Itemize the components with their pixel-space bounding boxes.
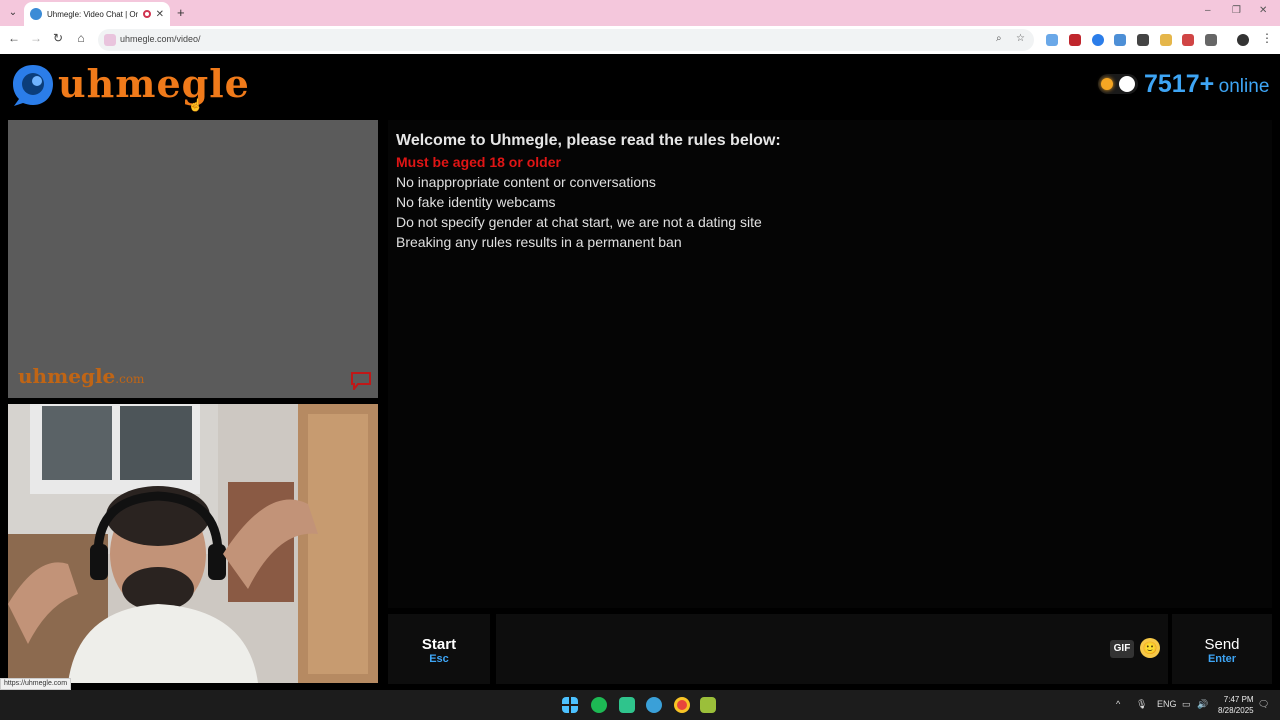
maximize-button[interactable]: ❐: [1232, 5, 1241, 16]
extension-icon[interactable]: [1114, 34, 1126, 46]
rules-heading: Welcome to Uhmegle, please read the rule…: [396, 132, 781, 149]
start-shortcut: Esc: [429, 653, 449, 665]
gif-button[interactable]: GIF: [1110, 640, 1134, 658]
browser-tab-bar: ⌄ Uhmegle: Video Chat | Om ✕ + – ❐ ✕: [0, 0, 1280, 26]
logo-text: uhmegle: [58, 60, 250, 106]
chat-controls: Start Esc GIF 🙂 Send Enter: [388, 614, 1272, 684]
back-icon[interactable]: ←: [6, 31, 22, 45]
toggle-knob: [1119, 76, 1135, 92]
tab-close-icon[interactable]: ✕: [156, 9, 164, 20]
minimize-button[interactable]: –: [1205, 5, 1211, 16]
chat-bubble-logo-icon: [13, 65, 53, 106]
browser-toolbar: ← → ↻ ⌂ uhmegle.com/video/ ⌕ ☆ ⋮: [0, 26, 1280, 54]
system-clock[interactable]: 7:47 PM 8/28/2025: [1218, 694, 1254, 716]
mouse-cursor-icon: ☝: [188, 98, 203, 112]
rule-item: Breaking any rules results in a permanen…: [396, 234, 682, 250]
network-icon[interactable]: ▭: [1182, 699, 1191, 710]
message-input[interactable]: GIF 🙂: [496, 614, 1168, 684]
new-tab-button[interactable]: +: [177, 5, 185, 20]
tab-search-icon[interactable]: ⌄: [6, 6, 20, 20]
windows-start-icon[interactable]: [562, 697, 578, 713]
language-indicator[interactable]: ENG: [1157, 699, 1177, 709]
video-watermark: uhmegle.com: [18, 364, 144, 388]
browser-menu-icon[interactable]: ⋮: [1259, 31, 1275, 45]
rule-age: Must be aged 18 or older: [396, 154, 561, 170]
clock-date: 8/28/2025: [1218, 706, 1254, 715]
notepad-icon[interactable]: [700, 697, 716, 713]
webcam-feed-image: [8, 404, 378, 683]
chrome-icon[interactable]: [674, 697, 690, 713]
self-webcam-video: [8, 404, 378, 683]
reload-icon[interactable]: ↻: [50, 31, 66, 45]
tab-title: Uhmegle: Video Chat | Om: [47, 9, 138, 19]
start-button[interactable]: Start Esc: [388, 614, 490, 684]
extension-icon[interactable]: [1069, 34, 1081, 46]
edge-icon[interactable]: [646, 697, 662, 713]
home-icon[interactable]: ⌂: [73, 31, 89, 45]
chat-log-panel: Welcome to Uhmegle, please read the rule…: [388, 120, 1272, 608]
site-logo[interactable]: uhmegle: [10, 60, 250, 110]
extension-icon[interactable]: [1046, 34, 1058, 46]
recording-icon: [142, 10, 151, 18]
stranger-video: uhmegle.com: [8, 120, 378, 398]
online-count: 7517+: [1144, 70, 1215, 98]
browser-tab[interactable]: Uhmegle: Video Chat | Om ✕: [24, 2, 170, 26]
watermark-main: uhmegle: [18, 364, 116, 388]
clock-time: 7:47 PM: [1223, 695, 1254, 704]
microphone-icon[interactable]: 🎙: [1136, 699, 1147, 710]
volume-icon[interactable]: 🔊: [1197, 699, 1208, 710]
windows-taskbar: ^ 🎙 ENG ▭ 🔊 7:47 PM 8/28/2025 🗨: [0, 690, 1280, 720]
watermark-suffix: .com: [115, 372, 145, 386]
start-label: Start: [421, 636, 457, 653]
extension-icon[interactable]: [1160, 34, 1172, 46]
extensions-puzzle-icon[interactable]: [1205, 34, 1217, 46]
tray-overflow-icon[interactable]: ^: [1116, 699, 1120, 709]
online-label: online: [1218, 76, 1270, 97]
send-shortcut: Enter: [1207, 653, 1237, 665]
rule-item: No inappropriate content or conversation…: [396, 174, 656, 190]
online-counter: 7517+ online: [1144, 70, 1269, 99]
extension-icon[interactable]: [1092, 34, 1104, 46]
site-info-icon[interactable]: [104, 34, 116, 46]
profile-avatar-icon[interactable]: [1237, 34, 1249, 46]
url-text: uhmegle.com/video/: [120, 34, 201, 44]
send-label: Send: [1204, 636, 1240, 653]
zoom-icon[interactable]: ⌕: [996, 33, 1002, 44]
extension-icon[interactable]: [1182, 34, 1194, 46]
sun-icon: [1101, 78, 1113, 90]
theme-toggle[interactable]: [1098, 74, 1138, 94]
rule-item: Do not specify gender at chat start, we …: [396, 214, 762, 230]
notifications-icon[interactable]: 🗨: [1258, 699, 1269, 710]
report-flag-icon[interactable]: [350, 372, 372, 390]
status-bar-url: https://uhmegle.com: [0, 678, 72, 690]
site-favicon-icon: [30, 8, 42, 20]
app-icon[interactable]: [619, 697, 635, 713]
bookmark-star-icon[interactable]: ☆: [1016, 33, 1025, 44]
rule-item: No fake identity webcams: [396, 194, 556, 210]
close-window-button[interactable]: ✕: [1259, 5, 1267, 16]
spotify-icon[interactable]: [591, 697, 607, 713]
forward-icon[interactable]: →: [28, 31, 44, 45]
address-bar[interactable]: uhmegle.com/video/ ⌕ ☆: [98, 29, 1034, 51]
send-button[interactable]: Send Enter: [1172, 614, 1272, 684]
uhmegle-page: uhmegle ☝ 7517+ online uhmegle.com Welco…: [0, 54, 1280, 690]
emoji-icon[interactable]: 🙂: [1140, 638, 1160, 658]
extension-icon[interactable]: [1137, 34, 1149, 46]
